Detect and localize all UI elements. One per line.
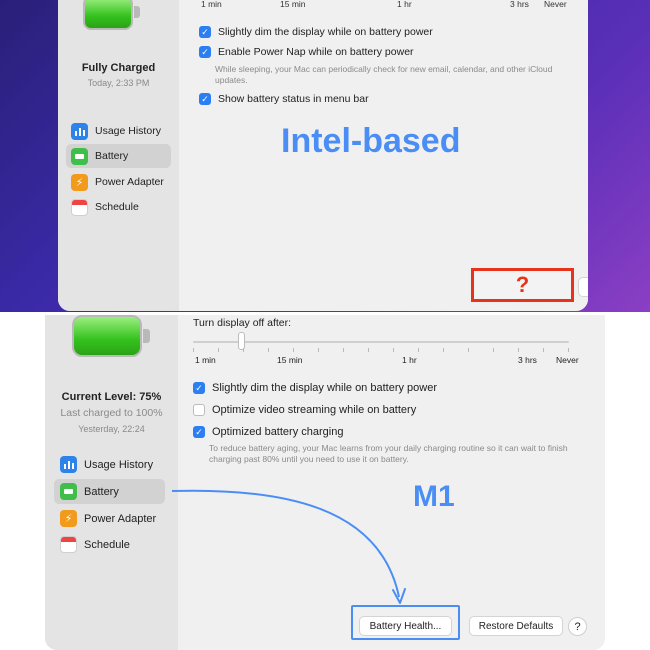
intel-annotation-label: Intel-based xyxy=(281,122,461,160)
option-label: Show battery status in menu bar xyxy=(218,93,369,105)
restore-defaults-button[interactable]: Restore Defaults xyxy=(578,277,588,297)
usage-history-icon xyxy=(60,456,77,473)
sidebar-item-label: Battery xyxy=(84,485,119,498)
missing-button-highlight: ? xyxy=(471,268,574,302)
display-off-slider[interactable] xyxy=(193,341,569,343)
tick-label: Never xyxy=(556,355,579,365)
option-dim-display[interactable]: ✓ Slightly dim the display while on batt… xyxy=(199,26,433,38)
sidebar-item-label: Battery xyxy=(95,150,129,162)
tick-label: 3 hrs xyxy=(510,0,529,9)
sidebar-item-usage-history[interactable]: Usage History xyxy=(66,119,171,143)
intel-main-pane: 1 min 15 min 1 hr 3 hrs Never ✓ Slightly… xyxy=(179,0,588,311)
option-label: Optimized battery charging xyxy=(212,426,344,438)
help-button[interactable]: ? xyxy=(568,617,587,636)
tick-label: 1 hr xyxy=(397,0,412,9)
tick-label: Never xyxy=(544,0,567,9)
intel-section: Fully Charged Today, 2:33 PM Usage Histo… xyxy=(0,0,650,312)
sidebar-item-label: Schedule xyxy=(84,538,130,551)
sidebar-item-schedule[interactable]: Schedule xyxy=(66,195,171,219)
battery-status-time: Today, 2:33 PM xyxy=(87,78,150,88)
intel-sidebar: Fully Charged Today, 2:33 PM Usage Histo… xyxy=(58,0,179,311)
option-label: Slightly dim the display while on batter… xyxy=(212,382,438,394)
turn-display-off-label: Turn display off after: xyxy=(193,317,292,329)
sidebar-item-battery[interactable]: Battery xyxy=(54,479,165,504)
sidebar-item-label: Schedule xyxy=(95,201,139,213)
tick-label: 1 hr xyxy=(402,355,417,365)
power-adapter-icon: ⚡ xyxy=(71,173,88,191)
power-adapter-icon: ⚡ xyxy=(60,510,77,527)
sidebar-item-label: Usage History xyxy=(84,458,154,471)
tick-label: 3 hrs xyxy=(518,355,537,365)
m1-annotation-label: M1 xyxy=(413,480,455,513)
power-nap-description: While sleeping, your Mac can periodicall… xyxy=(215,64,553,85)
sidebar-item-schedule[interactable]: Schedule xyxy=(54,532,165,557)
option-optimize-video[interactable]: Optimize video streaming while on batter… xyxy=(193,404,416,416)
option-label: Slightly dim the display while on batter… xyxy=(218,26,433,38)
restore-defaults-button[interactable]: Restore Defaults xyxy=(469,616,563,636)
schedule-icon xyxy=(71,198,88,216)
option-power-nap[interactable]: ✓ Enable Power Nap while on battery powe… xyxy=(199,46,414,58)
battery-status: Fully Charged xyxy=(81,62,156,74)
option-label: Optimize video streaming while on batter… xyxy=(212,404,417,416)
tick-label: 1 min xyxy=(201,0,222,9)
option-dim-display[interactable]: ✓ Slightly dim the display while on batt… xyxy=(193,382,437,394)
schedule-icon xyxy=(60,536,77,553)
option-label: Enable Power Nap while on battery power xyxy=(218,46,414,58)
sidebar-item-battery[interactable]: Battery xyxy=(66,144,171,168)
intel-battery-preferences-window: Fully Charged Today, 2:33 PM Usage Histo… xyxy=(58,0,588,311)
usage-history-icon xyxy=(71,122,88,140)
battery-full-icon xyxy=(83,0,141,30)
sidebar-item-usage-history[interactable]: Usage History xyxy=(54,452,165,477)
option-optimized-charging[interactable]: ✓ Optimized battery charging xyxy=(193,426,343,438)
m1-battery-preferences-window: Current Level: 75% Last charged to 100% … xyxy=(45,315,605,650)
tick-label: 15 min xyxy=(280,0,306,9)
battery-icon xyxy=(71,147,88,165)
battery-icon xyxy=(60,483,77,500)
m1-section: Current Level: 75% Last charged to 100% … xyxy=(0,315,650,650)
checkbox-checked-icon[interactable]: ✓ xyxy=(193,426,205,438)
optimized-charging-description: To reduce battery aging, your Mac learns… xyxy=(209,443,568,464)
m1-main-pane: Turn display off after: 1 min 15 min 1 h… xyxy=(178,315,605,650)
sidebar-item-label: Usage History xyxy=(95,125,161,137)
slider-tickmarks xyxy=(193,348,569,352)
last-charged-time: Yesterday, 22:24 xyxy=(78,424,145,434)
battery-health-button[interactable]: Battery Health... xyxy=(359,616,452,636)
sidebar-item-power-adapter[interactable]: ⚡ Power Adapter xyxy=(54,506,165,531)
option-show-battery-status[interactable]: ✓ Show battery status in menu bar xyxy=(199,93,369,105)
checkbox-checked-icon[interactable]: ✓ xyxy=(199,26,211,38)
tick-label: 1 min xyxy=(195,355,216,365)
m1-sidebar: Current Level: 75% Last charged to 100% … xyxy=(45,315,178,650)
battery-level-icon xyxy=(72,315,152,357)
sidebar-item-label: Power Adapter xyxy=(95,176,164,188)
checkbox-checked-icon[interactable]: ✓ xyxy=(199,93,211,105)
sidebar-item-label: Power Adapter xyxy=(84,512,157,525)
checkbox-checked-icon[interactable]: ✓ xyxy=(193,382,205,394)
sidebar-item-power-adapter[interactable]: ⚡ Power Adapter xyxy=(66,170,171,194)
checkbox-unchecked-icon[interactable] xyxy=(193,404,205,416)
last-charged: Last charged to 100% xyxy=(60,407,163,419)
current-level: Current Level: 75% xyxy=(61,391,162,403)
checkbox-checked-icon[interactable]: ✓ xyxy=(199,46,211,58)
tick-label: 15 min xyxy=(277,355,303,365)
